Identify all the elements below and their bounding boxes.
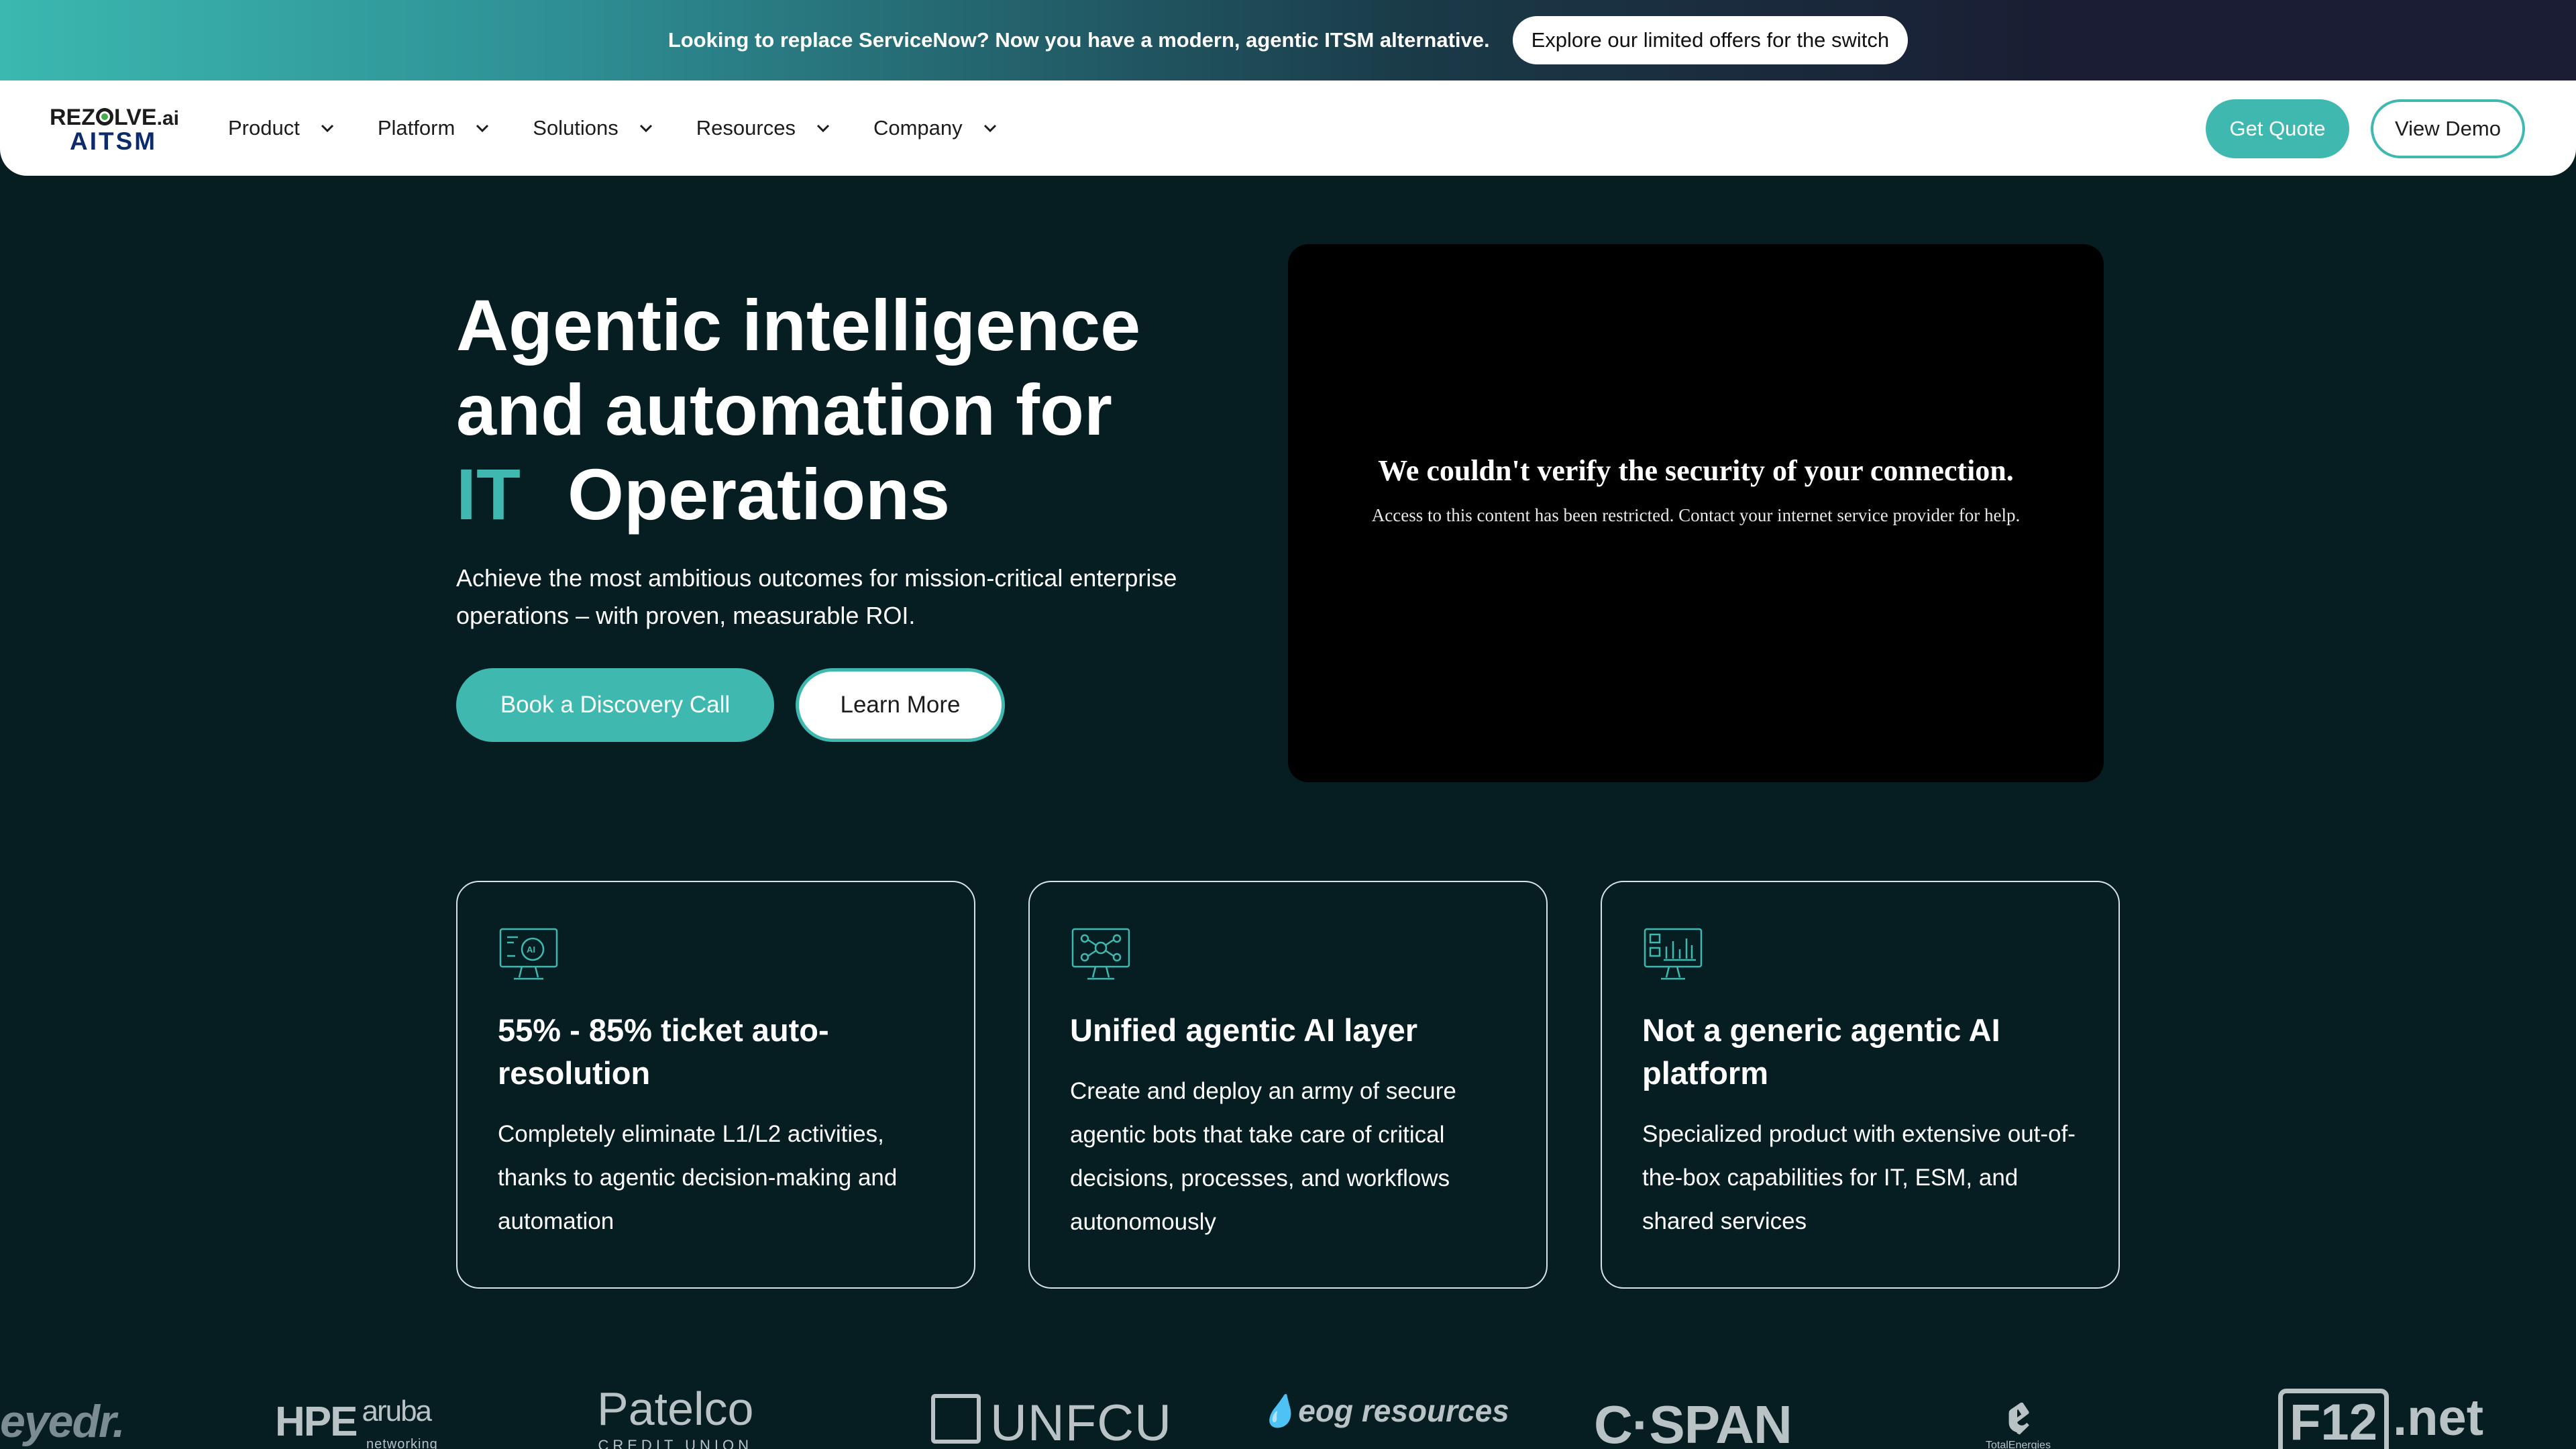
nav-item-label: Platform xyxy=(377,116,455,140)
hero-title: Agentic intelligence and automation for … xyxy=(456,284,1141,535)
logo-product-name: AITSM xyxy=(70,127,158,155)
chevron-down-icon xyxy=(983,124,996,133)
view-demo-button[interactable]: View Demo xyxy=(2371,99,2525,158)
logo-eog-resources: 💧 eog resources xyxy=(1260,1393,1509,1428)
video-error-title: We couldn't verify the security of your … xyxy=(1378,454,2014,487)
video-error-message: Access to this content has been restrict… xyxy=(1371,505,2021,525)
unfcu-emblem-icon xyxy=(931,1394,981,1444)
explore-offers-button[interactable]: Explore our limited offers for the switc… xyxy=(1512,16,1909,64)
announcement-bar: Looking to replace ServiceNow? Now you h… xyxy=(0,0,2576,80)
announcement-text: Looking to replace ServiceNow? Now you h… xyxy=(667,28,1490,52)
nav-item-resources[interactable]: Resources xyxy=(696,116,830,140)
nav-item-label: Resources xyxy=(696,116,796,140)
card-title: Unified agentic AI layer xyxy=(1070,1012,1418,1048)
logo-unfcu: UNFCU xyxy=(931,1394,1172,1449)
feature-card: AI 55% - 85% ticket auto-resolution Comp… xyxy=(456,881,975,1289)
nav-item-platform[interactable]: Platform xyxy=(378,116,490,140)
card-text: Create and deploy an army of secure agen… xyxy=(1070,1078,1456,1235)
totalenergies-mark-icon: ꬲ xyxy=(2006,1382,2030,1444)
book-discovery-call-button[interactable]: Book a Discovery Call xyxy=(456,668,774,742)
nav-item-product[interactable]: Product xyxy=(228,116,335,140)
customer-logos-strip: eyedr. HPE aruba networking Patelco CREDI… xyxy=(0,1382,2576,1449)
video-embed[interactable]: We couldn't verify the security of your … xyxy=(1288,244,2104,782)
chevron-down-icon xyxy=(639,124,652,133)
logo-cspan: C·SPAN xyxy=(1594,1395,1792,1449)
chevron-down-icon xyxy=(476,124,489,133)
main-nav: REZ LVE.ai AITSM Product Platform Solutio… xyxy=(0,80,2576,176)
get-quote-button[interactable]: Get Quote xyxy=(2206,99,2349,158)
logo-globe-icon xyxy=(96,108,113,125)
ai-monitor-icon: AI xyxy=(499,928,558,980)
feature-card: Not a generic agentic AI platform Specia… xyxy=(1601,881,2120,1289)
flame-icon: 💧 xyxy=(1260,1393,1299,1428)
card-text: Specialized product with extensive out-o… xyxy=(1642,1121,2076,1234)
feature-card: Unified agentic AI layer Create and depl… xyxy=(1028,881,1548,1289)
nav-item-label: Solutions xyxy=(533,116,619,140)
card-title: Not a generic agentic AI platform xyxy=(1642,1012,2000,1091)
learn-more-button[interactable]: Learn More xyxy=(796,668,1005,742)
logo-f12: F12 .net xyxy=(2278,1389,2483,1449)
nav-item-solutions[interactable]: Solutions xyxy=(533,116,653,140)
nav-menu: Product Platform Solutions Resources Com… xyxy=(228,80,1040,176)
nav-item-label: Product xyxy=(228,116,300,140)
logo-wordmark: REZ LVE.ai xyxy=(50,105,179,130)
logo-totalenergies: ꬲ TotalEnergies xyxy=(1986,1382,2051,1449)
logo-eyedr: eyedr. xyxy=(0,1396,125,1447)
logo-hpe-aruba: HPE aruba networking xyxy=(275,1395,438,1449)
nav-item-label: Company xyxy=(873,116,963,140)
logo-patelco: Patelco CREDIT UNION xyxy=(597,1383,754,1449)
hero-title-accent: IT xyxy=(456,453,521,535)
dashboard-chart-icon xyxy=(1644,928,1703,980)
chevron-down-icon xyxy=(816,124,830,133)
nav-item-company[interactable]: Company xyxy=(873,116,998,140)
chevron-down-icon xyxy=(321,124,333,133)
card-title: 55% - 85% ticket auto-resolution xyxy=(498,1012,829,1091)
brand-logo[interactable]: REZ LVE.ai AITSM xyxy=(50,105,191,155)
card-text: Completely eliminate L1/L2 activities, t… xyxy=(498,1121,898,1234)
agents-network-icon xyxy=(1071,928,1130,980)
svg-text:AI: AI xyxy=(527,945,535,955)
hero-subtitle: Achieve the most ambitious outcomes for … xyxy=(456,564,1177,629)
